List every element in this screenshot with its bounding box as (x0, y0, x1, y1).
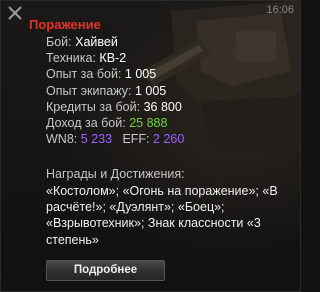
stat-label: Бой: (46, 35, 72, 49)
stat-value-tank: КВ-2 (99, 51, 127, 66)
stat-label: Кредиты за бой: (46, 99, 141, 114)
timestamp: 16:06 (266, 4, 294, 16)
stat-row-income: Доход за бой: 25 888 (46, 115, 184, 131)
stat-label: Доход за бой: (46, 116, 126, 131)
stat-row-ratings: WN8: 5 233 EFF: 2 260 (46, 131, 184, 147)
result-title: Поражение (29, 17, 101, 32)
stat-value-crew-exp: 1 005 (134, 83, 167, 98)
stat-row-battle: Бой: Хайвей (46, 34, 184, 50)
close-icon[interactable] (7, 5, 23, 21)
stat-row-credits: Кредиты за бой: 36 800 (46, 99, 184, 115)
stat-value-wn8: 5 233 (80, 132, 113, 147)
awards-heading: Награды и Достижения: (46, 167, 185, 181)
stat-value-exp: 1 005 (124, 67, 157, 82)
stat-value-eff: 2 260 (153, 132, 185, 147)
stat-label: Техника: (46, 51, 96, 66)
stat-value-credits: 36 800 (143, 99, 182, 114)
stat-row-tank: Техника: КВ-2 (46, 50, 184, 66)
stat-label: Опыт экипажу: (46, 83, 132, 98)
stat-label: WN8: (46, 132, 78, 147)
stat-row-exp: Опыт за бой: 1 005 (46, 66, 184, 82)
battle-result-panel: 16:06 Поражение Бой: Хайвей Техника: КВ-… (0, 0, 301, 292)
battle-stats: Бой: Хайвей Техника: КВ-2 Опыт за бой: 1… (46, 34, 184, 147)
stat-row-crew-exp: Опыт экипажу: 1 005 (46, 83, 184, 99)
stat-value-income: 25 888 (129, 116, 168, 131)
awards-list: «Костолом»; «Огонь на поражение»; «В рас… (46, 184, 278, 247)
stat-label: Опыт за бой: (46, 67, 122, 82)
details-button[interactable]: Подробнее (46, 260, 165, 281)
stat-label: EFF: (122, 132, 150, 147)
stat-value-map: Хайвей (75, 35, 118, 49)
